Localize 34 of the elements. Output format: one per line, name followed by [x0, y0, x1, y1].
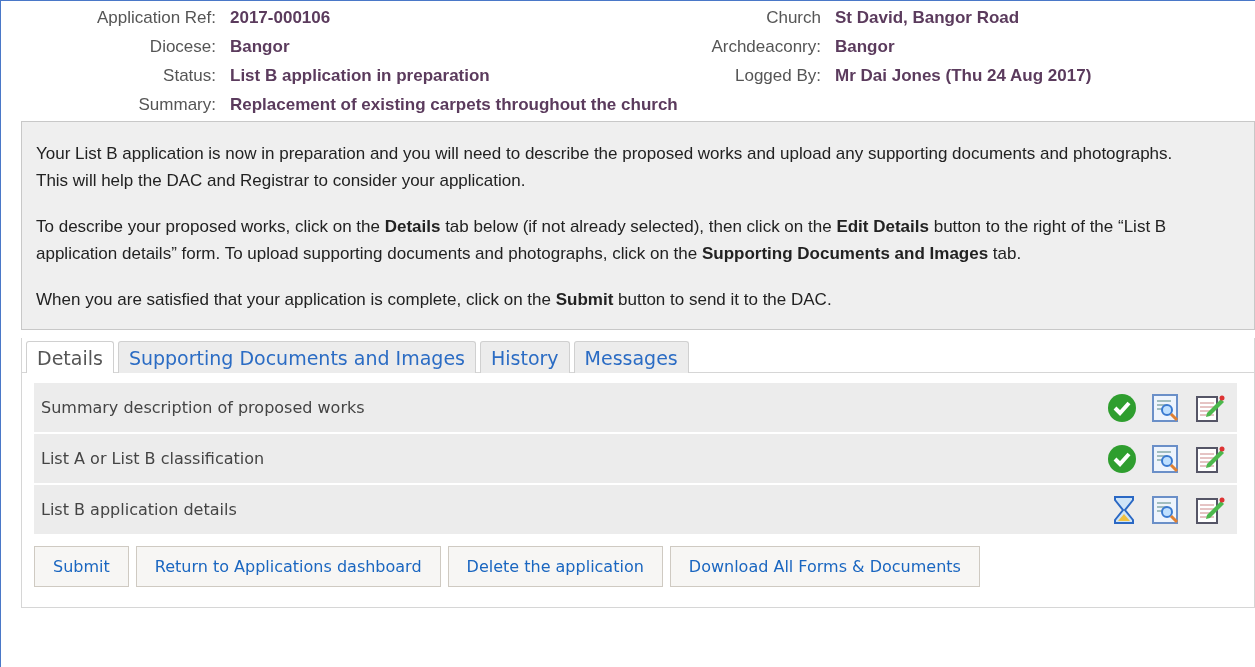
- field-value: 2017-000106: [230, 7, 332, 28]
- field-label: Logged By:: [734, 65, 821, 86]
- document-search-icon[interactable]: [1151, 494, 1181, 525]
- field-label: Summary:: [137, 94, 216, 115]
- document-search-icon[interactable]: [1151, 443, 1181, 474]
- action-button[interactable]: Return to Applications dashboard: [135, 546, 441, 587]
- form-name: Summary description of proposed works: [41, 398, 365, 417]
- field-value: List B application in preparation: [230, 65, 491, 86]
- field-value: Mr Dai Jones (Thu 24 Aug 2017): [835, 65, 1093, 86]
- field-label: Church: [765, 7, 821, 28]
- action-button[interactable]: Submit: [34, 546, 129, 587]
- action-button[interactable]: Download All Forms & Documents: [669, 546, 980, 587]
- field-label: Application Ref:: [95, 7, 216, 28]
- field-value: Bangor: [835, 36, 896, 57]
- hourglass-icon: [1111, 494, 1137, 525]
- field-label: Diocese:: [148, 36, 216, 57]
- info-paragraph: Your List B application is now in preparation and you will need to describe the proposed works and upload any supporting documents and photographs. This will help the DAC and Registrar to consider your application.: [36, 143, 1174, 192]
- field-label: Status:: [162, 65, 216, 86]
- info-paragraph: When you are satisfied that your application is complete, click on the Submit button to send it to the DAC.: [36, 289, 833, 311]
- form-name: List A or List B classification: [41, 449, 265, 468]
- action-button[interactable]: Delete the application: [447, 546, 663, 587]
- info-paragraph: To describe your proposed works, click on the Details tab below (if not already selected), then click on the Edit Details button to the right of the “List B application details” form. To upload supporting documents and photographs, click on the Supporting Documents and Images tab.: [36, 216, 1168, 265]
- field-value: Replacement of existing carpets throughout the church: [230, 94, 679, 115]
- field-value: Bangor: [230, 36, 291, 57]
- check-icon: [1107, 392, 1137, 423]
- field-label: Archdeaconry:: [710, 36, 821, 57]
- document-search-icon[interactable]: [1151, 392, 1181, 423]
- tab[interactable]: Messages: [573, 341, 689, 373]
- tab[interactable]: History: [479, 341, 570, 373]
- tab[interactable]: Supporting Documents and Images: [117, 341, 476, 373]
- form-name: List B application details: [41, 500, 237, 519]
- field-value: St David, Bangor Road: [835, 7, 1021, 28]
- tab[interactable]: Details: [26, 341, 114, 373]
- check-icon: [1107, 443, 1137, 474]
